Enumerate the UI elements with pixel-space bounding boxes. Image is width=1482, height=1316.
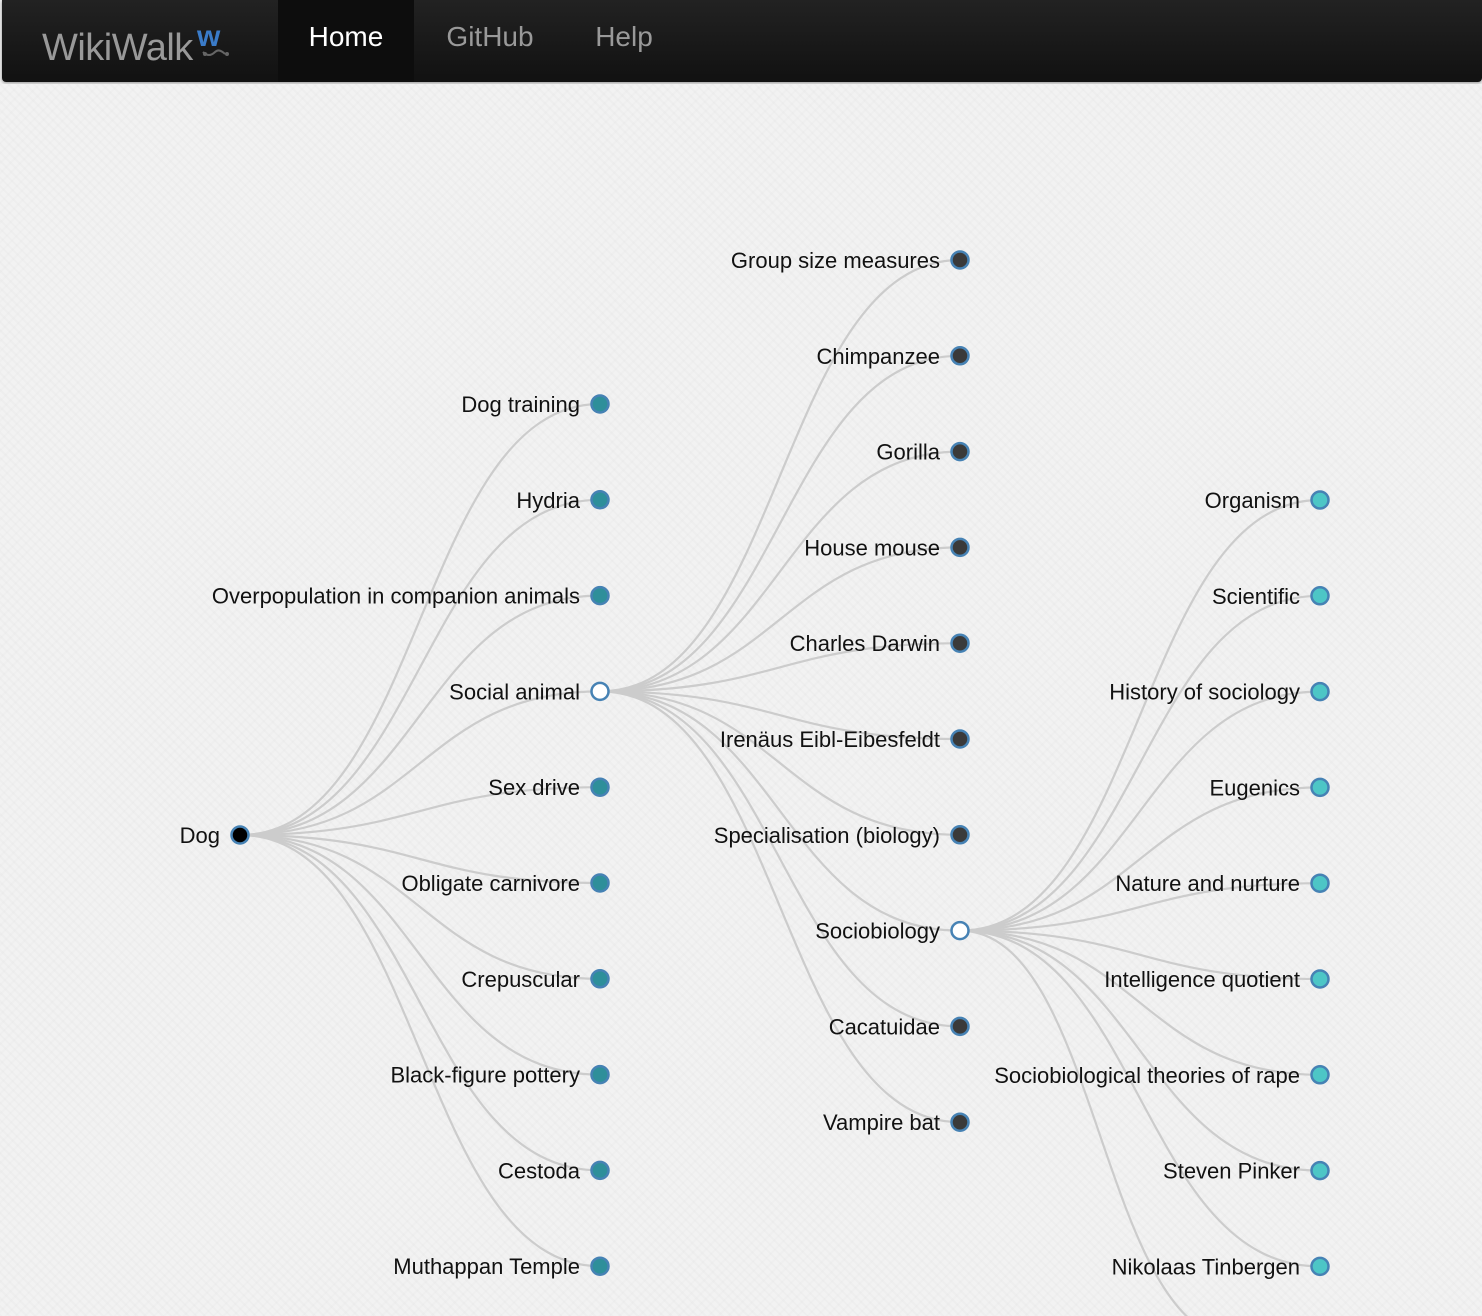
link-house-mouse [599,546,961,693]
node-circle[interactable] [590,1064,610,1085]
tree-node-sociobiological-theories-of-rape[interactable]: Sociobiological theories of rape [994,1063,1330,1088]
node-circle[interactable] [590,873,610,893]
tree-node-sex-drive[interactable]: Sex drive [488,775,610,800]
tree-node-gorilla[interactable]: Gorilla [876,440,970,465]
tree-node-muthappan-temple[interactable]: Muthappan Temple [393,1254,610,1279]
node-circle[interactable] [590,1256,610,1276]
node-circle[interactable] [1310,777,1330,798]
node-label: Charles Darwin [790,631,940,656]
node-label: Cacatuidae [829,1014,940,1039]
node-circle[interactable] [950,920,970,941]
node-circle[interactable] [590,969,610,989]
node-circle[interactable] [950,537,970,558]
node-circle[interactable] [590,585,610,606]
tree-node-eugenics[interactable]: Eugenics [1209,775,1330,800]
node-circle[interactable] [590,394,610,414]
node-circle[interactable] [1310,873,1330,893]
node-label: Dog training [461,392,580,417]
tree-node-hydria[interactable]: Hydria [516,488,610,513]
tree-node-scientific[interactable]: Scientific [1212,584,1330,609]
node-circle[interactable] [1310,969,1330,989]
node-circle[interactable] [950,1016,970,1037]
node-label: Hydria [516,488,580,513]
tree-links [239,258,1321,1316]
node-circle[interactable] [950,441,970,462]
node-label: Nature and nurture [1115,871,1300,896]
link-dog-training [239,402,601,837]
node-label: Vampire bat [823,1110,940,1135]
node-circle[interactable] [590,1160,610,1181]
link-muthappan-temple [239,833,601,1268]
node-circle[interactable] [950,1112,970,1132]
node-label: Specialisation (biology) [714,823,940,848]
tree-node-iren-us-eibl-eibesfeldt[interactable]: Irenäus Eibl-Eibesfeldt [720,727,970,752]
link-group-size-measures [599,258,961,693]
node-circle[interactable] [1310,490,1330,510]
tree-node-group-size-measures[interactable]: Group size measures [731,248,970,273]
node-label: Cestoda [498,1158,581,1183]
node-label: Social animal [449,679,580,704]
node-circle[interactable] [1310,1065,1330,1085]
node-circle[interactable] [1310,1160,1330,1181]
tree-node-vampire-bat[interactable]: Vampire bat [823,1110,970,1135]
tree-node-history-of-sociology[interactable]: History of sociology [1109,680,1330,705]
node-circle[interactable] [230,825,250,845]
node-circle[interactable] [590,777,610,797]
node-circle[interactable] [1310,586,1330,606]
node-label: Nikolaas Tinbergen [1112,1254,1300,1279]
node-label: Dog [180,823,220,848]
node-circle[interactable] [590,681,610,702]
link-social-animal [239,690,601,837]
link-organism [959,498,1321,932]
node-circle[interactable] [950,633,970,653]
node-label: Obligate carnivore [401,871,580,896]
node-label: Scientific [1212,584,1300,609]
node-label: History of sociology [1109,680,1300,705]
node-label: Irenäus Eibl-Eibesfeldt [720,727,940,752]
node-label: Chimpanzee [816,344,940,369]
node-label: Steven Pinker [1163,1159,1300,1184]
tree-node-cestoda[interactable]: Cestoda [498,1158,610,1183]
link-specialisation-biology [599,690,961,836]
tree-node-intelligence-quotient[interactable]: Intelligence quotient [1104,967,1330,992]
node-circle[interactable] [950,346,970,366]
link-crepuscular [239,833,601,980]
node-circle[interactable] [1310,1256,1330,1277]
node-circle[interactable] [950,250,970,270]
node-label: Group size measures [731,248,940,273]
tree-node-overpopulation-in-companion-animals[interactable]: Overpopulation in companion animals [212,584,610,609]
tree-node-black-figure-pottery[interactable]: Black-figure pottery [390,1063,610,1088]
node-label: Eugenics [1209,775,1300,800]
tree-node-steven-pinker[interactable]: Steven Pinker [1163,1159,1330,1184]
node-circle[interactable] [1310,681,1330,702]
node-label: Black-figure pottery [390,1063,580,1088]
tree-node-dog[interactable]: Dog [180,823,250,848]
node-label: Crepuscular [461,967,580,992]
link-sociobiological-theories-of-rape [959,929,1321,1076]
node-label: Sociobiological theories of rape [994,1063,1300,1088]
node-label: Sociobiology [815,919,940,944]
node-label: Muthappan Temple [393,1254,580,1279]
node-label: House mouse [804,535,940,560]
wiki-walk-tree: Dog Dog training Hydria Overpopulation in c… [180,248,1330,1316]
node-label: Intelligence quotient [1104,967,1300,992]
tree-node-nature-and-nurture[interactable]: Nature and nurture [1115,871,1330,896]
node-circle[interactable] [590,490,610,510]
node-label: Organism [1205,488,1300,513]
tree-nodes: Dog Dog training Hydria Overpopulation in c… [180,248,1330,1279]
node-label: Sex drive [488,775,580,800]
link-vampire-bat [599,690,961,1124]
node-label: Overpopulation in companion animals [212,584,580,609]
link-eugenics [959,786,1321,932]
tree-node-specialisation-biology[interactable]: Specialisation (biology) [714,823,970,848]
tree-node-nikolaas-tinbergen[interactable]: Nikolaas Tinbergen [1112,1254,1330,1279]
node-circle[interactable] [950,729,970,749]
node-circle[interactable] [950,825,970,845]
tree-node-obligate-carnivore[interactable]: Obligate carnivore [401,871,610,896]
node-label: Gorilla [876,440,940,465]
